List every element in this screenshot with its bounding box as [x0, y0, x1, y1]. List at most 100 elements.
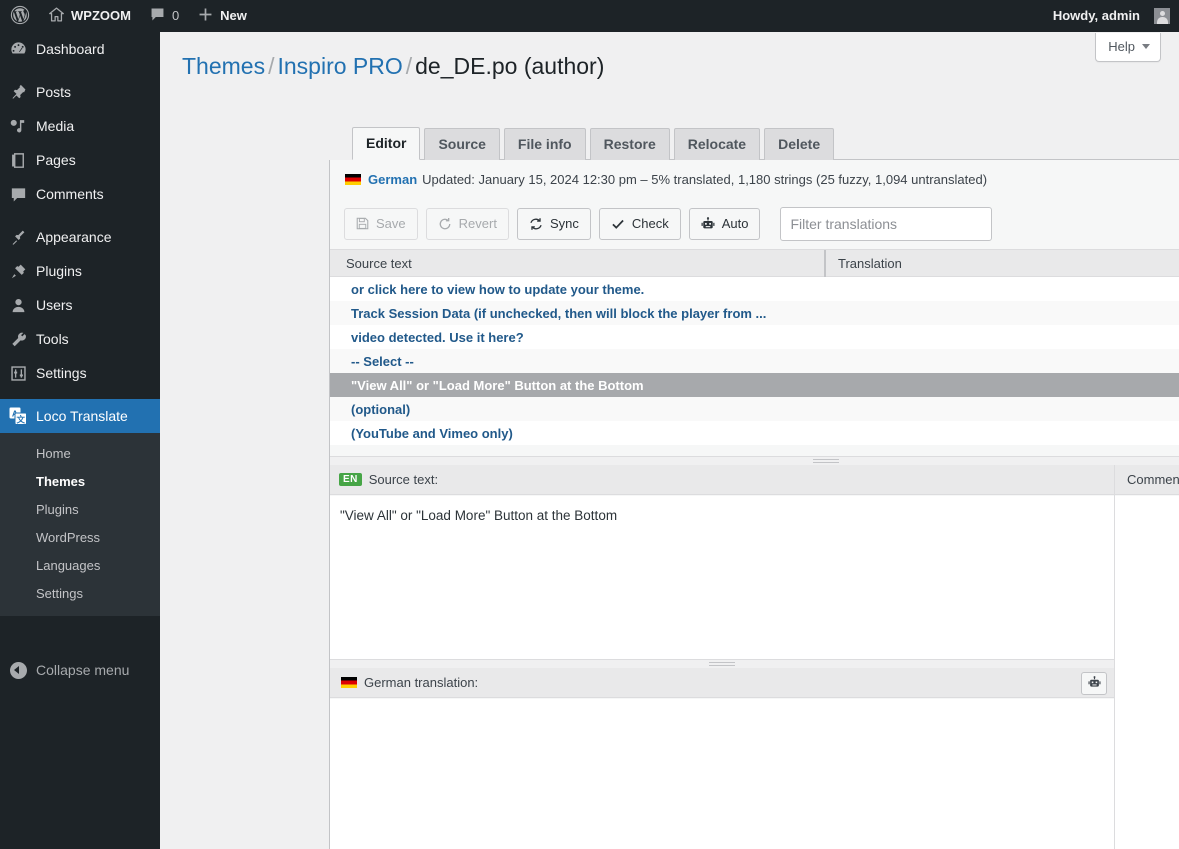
breadcrumb-separator: / — [405, 53, 413, 79]
filter-translations-input[interactable] — [780, 206, 993, 241]
translation-value[interactable] — [330, 699, 1114, 849]
drag-handle-icon — [813, 459, 839, 463]
sidebar-item-label: Loco Translate — [36, 408, 128, 424]
plug-icon — [0, 262, 36, 281]
translation-label: German translation: — [364, 675, 479, 690]
tab-delete[interactable]: Delete — [764, 128, 835, 160]
translations-table-header: Source text Translation — [330, 249, 1179, 277]
sidebar-item-label: Posts — [36, 84, 72, 100]
save-label: Save — [376, 215, 406, 231]
robot-icon — [701, 216, 715, 231]
sidebar-item-media[interactable]: Media — [0, 109, 160, 143]
help-button[interactable]: Help — [1095, 33, 1161, 62]
brush-icon — [0, 228, 36, 247]
sidebar-item-label: Pages — [36, 152, 76, 168]
tab-restore[interactable]: Restore — [589, 128, 670, 160]
breadcrumb-current: de_DE.po (author) — [415, 53, 605, 79]
sidebar-item-label: Appearance — [36, 229, 112, 245]
table-row[interactable]: or click here to view how to update your… — [330, 277, 1179, 301]
german-flag-icon — [341, 677, 357, 688]
sidebar-item-comments[interactable]: Comments — [0, 177, 160, 211]
sidebar-item-appearance[interactable]: Appearance — [0, 220, 160, 254]
menu-separator — [0, 211, 160, 220]
sidebar-item-settings[interactable]: Settings — [0, 356, 160, 390]
comments-value[interactable] — [1115, 496, 1179, 849]
column-header-source-text: Source text — [346, 255, 412, 271]
my-account-button[interactable]: Howdy, admin — [1044, 0, 1179, 32]
auto-translate-field-button[interactable] — [1081, 672, 1107, 695]
sidebar-item-plugins-sub[interactable]: Plugins — [0, 496, 160, 524]
sidebar-item-home[interactable]: Home — [0, 440, 160, 468]
sidebar-item-label: Dashboard — [36, 41, 105, 57]
table-row[interactable]: Track Session Data (if unchecked, then w… — [330, 301, 1179, 325]
check-label: Check — [631, 215, 669, 231]
user-icon — [0, 296, 36, 315]
source-text-value[interactable] — [330, 496, 1114, 659]
language-link[interactable]: German — [368, 172, 417, 187]
tab-source[interactable]: Source — [424, 128, 500, 160]
source-text-panel-header: EN Source text: — [330, 465, 1114, 495]
auto-translate-button[interactable]: Auto — [688, 207, 761, 240]
source-translation-splitter[interactable] — [330, 659, 1114, 668]
sidebar-item-loco-translate[interactable]: A 文 Loco Translate — [0, 399, 168, 433]
sliders-icon — [0, 364, 36, 383]
sync-button[interactable]: Sync — [516, 207, 591, 240]
sidebar-item-settings-sub[interactable]: Settings — [0, 580, 160, 608]
table-row[interactable]: -- Select -- — [330, 349, 1179, 373]
sidebar-item-plugins[interactable]: Plugins — [0, 254, 160, 288]
sidebar-item-wordpress[interactable]: WordPress — [0, 524, 160, 552]
sidebar-item-dashboard[interactable]: Dashboard — [0, 32, 160, 66]
site-name-label: WPZOOM — [71, 8, 131, 23]
new-content-button[interactable]: New — [188, 0, 256, 32]
comments-panel-header: Comments: — [1115, 465, 1179, 495]
table-row[interactable]: "View All" or "Load More" Button at the … — [330, 373, 1179, 397]
collapse-arrow-icon — [0, 661, 36, 679]
table-row[interactable]: (YouTube and Vimeo only) — [330, 421, 1179, 445]
sidebar-item-languages[interactable]: Languages — [0, 552, 160, 580]
pages-icon — [0, 151, 36, 170]
table-panel-splitter[interactable] — [330, 456, 1179, 465]
editor-toolbar: Save Revert Sync Check Auto Filter trans… — [330, 198, 1179, 250]
wordpress-logo-button[interactable] — [0, 0, 39, 32]
breadcrumb-themes-link[interactable]: Themes — [182, 53, 265, 79]
page-title: Themes / Inspiro PRO / de_DE.po (author) — [182, 52, 604, 81]
sidebar-item-posts[interactable]: Posts — [0, 75, 160, 109]
admin-bar: WPZOOM 0 New Howdy, admin — [0, 0, 1179, 32]
save-button[interactable]: Save — [344, 207, 418, 240]
howdy-label: Howdy, admin — [1052, 8, 1140, 23]
comments-count-label: 0 — [171, 8, 180, 23]
robot-icon — [1087, 675, 1101, 692]
editor-tab-bar: Editor Source File info Restore Relocate… — [352, 127, 1179, 160]
comment-icon — [0, 185, 36, 204]
dashboard-icon — [0, 40, 36, 59]
table-row[interactable]: video detected. Use it here? — [330, 325, 1179, 349]
table-row[interactable]: (optional) — [330, 397, 1179, 421]
site-name-button[interactable]: WPZOOM — [39, 0, 140, 32]
german-flag-icon — [345, 173, 361, 185]
home-icon — [48, 6, 65, 26]
sidebar-item-label: Users — [36, 297, 73, 313]
tab-editor[interactable]: Editor — [352, 127, 421, 160]
comments-label: Comments: — [1127, 472, 1179, 487]
breadcrumb-theme-link[interactable]: Inspiro PRO — [277, 53, 402, 79]
revert-button[interactable]: Revert — [425, 207, 509, 240]
pin-icon — [0, 83, 36, 102]
admin-sidebar: Dashboard Posts Media Pages Comments App… — [0, 32, 168, 849]
wrench-icon — [0, 330, 36, 349]
drag-handle-icon — [709, 662, 735, 666]
sidebar-item-tools[interactable]: Tools — [0, 322, 160, 356]
sidebar-item-label: Media — [36, 118, 75, 134]
translations-table-body: or click here to view how to update your… — [330, 277, 1179, 445]
collapse-menu-button[interactable]: Collapse menu — [0, 653, 160, 687]
check-button[interactable]: Check — [598, 207, 681, 240]
po-editor-panel: German Updated: January 15, 2024 12:30 p… — [329, 160, 1179, 849]
tab-file-info[interactable]: File info — [503, 128, 586, 160]
comments-bubble-button[interactable]: 0 — [140, 0, 188, 32]
sidebar-item-themes[interactable]: Themes — [0, 468, 160, 496]
tab-relocate[interactable]: Relocate — [673, 128, 761, 160]
file-status-bar: German Updated: January 15, 2024 12:30 p… — [330, 160, 1179, 198]
chevron-down-icon — [1142, 44, 1150, 49]
sidebar-item-pages[interactable]: Pages — [0, 143, 160, 177]
column-header-translation: Translation — [824, 249, 902, 277]
sidebar-item-users[interactable]: Users — [0, 288, 160, 322]
